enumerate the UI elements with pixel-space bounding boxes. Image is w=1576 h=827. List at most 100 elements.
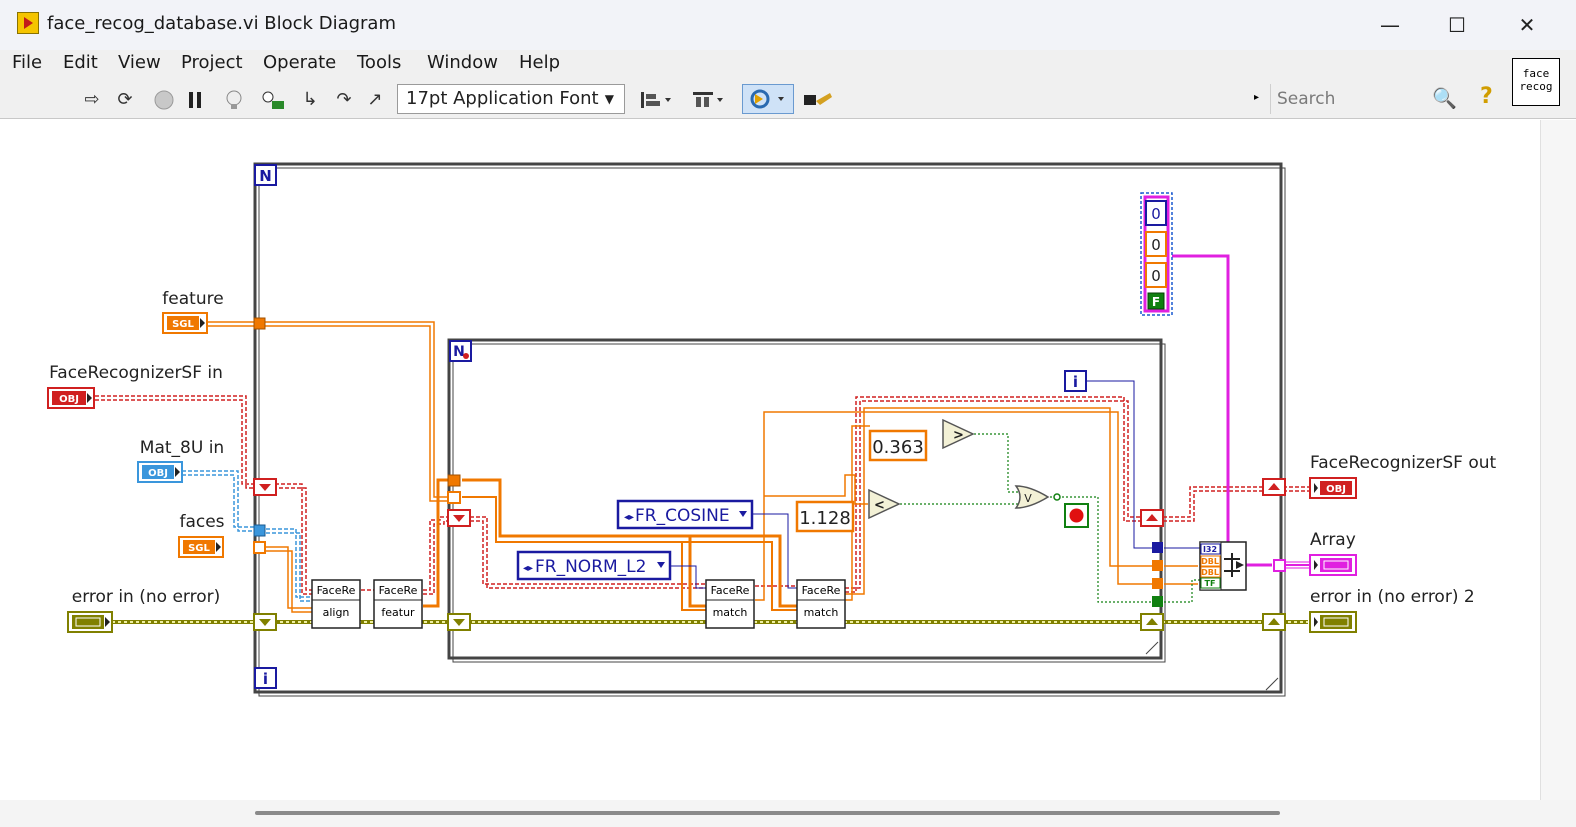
svg-text:0: 0 xyxy=(1151,236,1161,254)
mat-in-control[interactable]: Mat_8U in OBJ xyxy=(137,438,224,483)
step-out-icon[interactable]: ↗ xyxy=(363,89,387,111)
fr-norm-l2-enum-constant[interactable]: ◂▸ FR_NORM_L2 xyxy=(516,550,672,581)
highlight-bulb-icon[interactable] xyxy=(222,89,246,111)
close-button[interactable]: ✕ xyxy=(1510,10,1544,40)
bundle-node[interactable]: I32 DBL DBL TF xyxy=(1199,541,1247,591)
window-title: face_recog_database.vi Block Diagram xyxy=(47,13,396,34)
font-dropdown[interactable]: 17pt Application Font ▼ xyxy=(397,84,625,114)
facerecognizer-match2-subvi[interactable]: FaceRe match xyxy=(796,579,846,629)
cluster-array-wires[interactable] xyxy=(1172,254,1312,567)
error-in-control[interactable]: error in (no error) xyxy=(67,587,220,633)
fr-cosine-enum-constant[interactable]: ◂▸ FR_COSINE xyxy=(616,499,754,530)
array-indicator[interactable]: Array xyxy=(1309,530,1357,576)
maximize-button[interactable]: ☐ xyxy=(1440,10,1474,40)
cleanup-icon[interactable] xyxy=(800,89,834,111)
svg-text:FR_NORM_L2: FR_NORM_L2 xyxy=(535,557,646,577)
align-icon[interactable] xyxy=(638,89,674,111)
help-icon[interactable]: ? xyxy=(1480,84,1493,109)
facerecognizer-align-subvi[interactable]: FaceRe align xyxy=(311,579,361,629)
svg-text:FaceRe: FaceRe xyxy=(317,584,356,597)
menu-help[interactable]: Help xyxy=(519,52,560,73)
menu-view[interactable]: View xyxy=(118,52,161,73)
svg-text:SGL: SGL xyxy=(188,543,210,554)
svg-text:0: 0 xyxy=(1151,267,1161,285)
svg-text:i: i xyxy=(1073,373,1078,391)
svg-text:FaceRecognizerSF out: FaceRecognizerSF out xyxy=(1310,453,1497,473)
block-diagram-svg[interactable]: N i N i feature SGL FaceRecognizerSF in … xyxy=(3,120,1538,800)
svg-text:error in (no error) 2: error in (no error) 2 xyxy=(1310,587,1475,607)
search-icon[interactable]: 🔍 xyxy=(1432,86,1457,110)
svg-text:FaceRe: FaceRe xyxy=(379,584,418,597)
vi-icon-line1: face xyxy=(1522,67,1550,80)
menu-bar: File Edit View Project Operate Tools Win… xyxy=(0,50,1576,80)
stop-condition-terminal[interactable] xyxy=(1064,503,1089,528)
step-into-icon[interactable]: ↳ xyxy=(298,89,322,111)
greater-than-node[interactable]: > xyxy=(942,418,975,450)
labview-vi-icon xyxy=(17,12,39,34)
pause-icon[interactable] xyxy=(183,89,207,111)
run-arrow-icon[interactable]: ⇨ xyxy=(80,89,104,111)
title-bar: face_recog_database.vi Block Diagram — ☐… xyxy=(0,0,1576,50)
facerecognizer-match1-subvi[interactable]: FaceRe match xyxy=(705,579,755,629)
svg-text:F: F xyxy=(1152,295,1160,309)
chevron-down-icon: ▼ xyxy=(604,92,614,106)
minimize-button[interactable]: — xyxy=(1373,10,1407,40)
svg-text:featur: featur xyxy=(381,606,415,619)
outer-loop-count-terminal[interactable]: N xyxy=(254,164,277,186)
svg-text:TF: TF xyxy=(1205,579,1216,588)
less-than-node[interactable]: < xyxy=(868,488,901,520)
svg-text:0.363: 0.363 xyxy=(872,437,924,458)
vertical-scrollbar[interactable] xyxy=(1540,120,1576,800)
svg-text:i: i xyxy=(263,670,268,688)
recognizer-out-indicator[interactable]: FaceRecognizerSF out OBJ xyxy=(1309,453,1497,499)
svg-text:feature: feature xyxy=(162,289,223,309)
menu-operate[interactable]: Operate xyxy=(263,52,336,73)
svg-text:DBL: DBL xyxy=(1201,568,1219,577)
svg-text:Mat_8U in: Mat_8U in xyxy=(140,438,224,458)
cluster-constant[interactable]: 0 0 0 F xyxy=(1140,192,1173,316)
svg-text:OBJ: OBJ xyxy=(1326,484,1346,495)
abort-icon[interactable] xyxy=(152,89,176,111)
block-diagram-canvas[interactable]: N i N i feature SGL FaceRecognizerSF in … xyxy=(3,120,1538,800)
inner-loop-count-terminal[interactable]: N xyxy=(449,340,472,362)
run-continuous-icon[interactable]: ⟳ xyxy=(113,89,137,111)
step-over-icon[interactable]: ↷ xyxy=(332,89,356,111)
svg-text:FaceRe: FaceRe xyxy=(802,584,841,597)
menu-tools[interactable]: Tools xyxy=(357,52,401,73)
threshold-l2-constant[interactable]: 1.128 xyxy=(795,500,855,533)
svg-text:OBJ: OBJ xyxy=(59,394,79,405)
svg-text:N: N xyxy=(453,344,465,360)
or-node[interactable]: V xyxy=(1014,485,1061,509)
recognizer-object-wire[interactable] xyxy=(95,395,1312,595)
facerecognizer-feature-subvi[interactable]: FaceRe featur xyxy=(373,579,423,629)
svg-text:FR_COSINE: FR_COSINE xyxy=(635,506,730,526)
svg-text:FaceRecognizerSF in: FaceRecognizerSF in xyxy=(49,363,223,383)
svg-text:0: 0 xyxy=(1151,205,1161,223)
svg-text:>: > xyxy=(953,428,964,443)
svg-text:match: match xyxy=(713,606,748,619)
menu-window[interactable]: Window xyxy=(427,52,498,73)
svg-text:◂▸: ◂▸ xyxy=(523,563,533,574)
reorder-icon[interactable] xyxy=(742,84,794,114)
toolbar: ⇨ ⟳ ↳ ↷ ↗ 17pt Application Font ▼ ▸ Sear… xyxy=(0,80,1576,119)
threshold-cosine-constant[interactable]: 0.363 xyxy=(868,429,928,462)
horizontal-scrollbar[interactable] xyxy=(0,800,1576,827)
vi-connector-icon[interactable]: face recog xyxy=(1512,58,1560,106)
outer-loop-index-terminal[interactable]: i xyxy=(254,667,277,689)
search-expand-icon[interactable]: ▸ xyxy=(1254,92,1259,103)
inner-loop-index-terminal[interactable]: i xyxy=(1064,370,1087,392)
svg-text:I32: I32 xyxy=(1203,545,1217,554)
recognizer-in-control[interactable]: FaceRecognizerSF in OBJ xyxy=(47,363,223,409)
menu-edit[interactable]: Edit xyxy=(63,52,98,73)
svg-text:N: N xyxy=(259,167,272,185)
error-out-indicator[interactable]: error in (no error) 2 xyxy=(1309,587,1475,633)
menu-project[interactable]: Project xyxy=(181,52,243,73)
svg-text:◂▸: ◂▸ xyxy=(624,512,634,523)
horizontal-scroll-thumb[interactable] xyxy=(255,811,1280,815)
retain-wire-values-icon[interactable] xyxy=(260,89,284,111)
feature-array-wire[interactable] xyxy=(208,321,1198,613)
svg-text:FaceRe: FaceRe xyxy=(711,584,750,597)
faces-control[interactable]: faces SGL xyxy=(178,512,225,558)
distribute-icon[interactable] xyxy=(690,89,726,111)
menu-file[interactable]: File xyxy=(12,52,42,73)
